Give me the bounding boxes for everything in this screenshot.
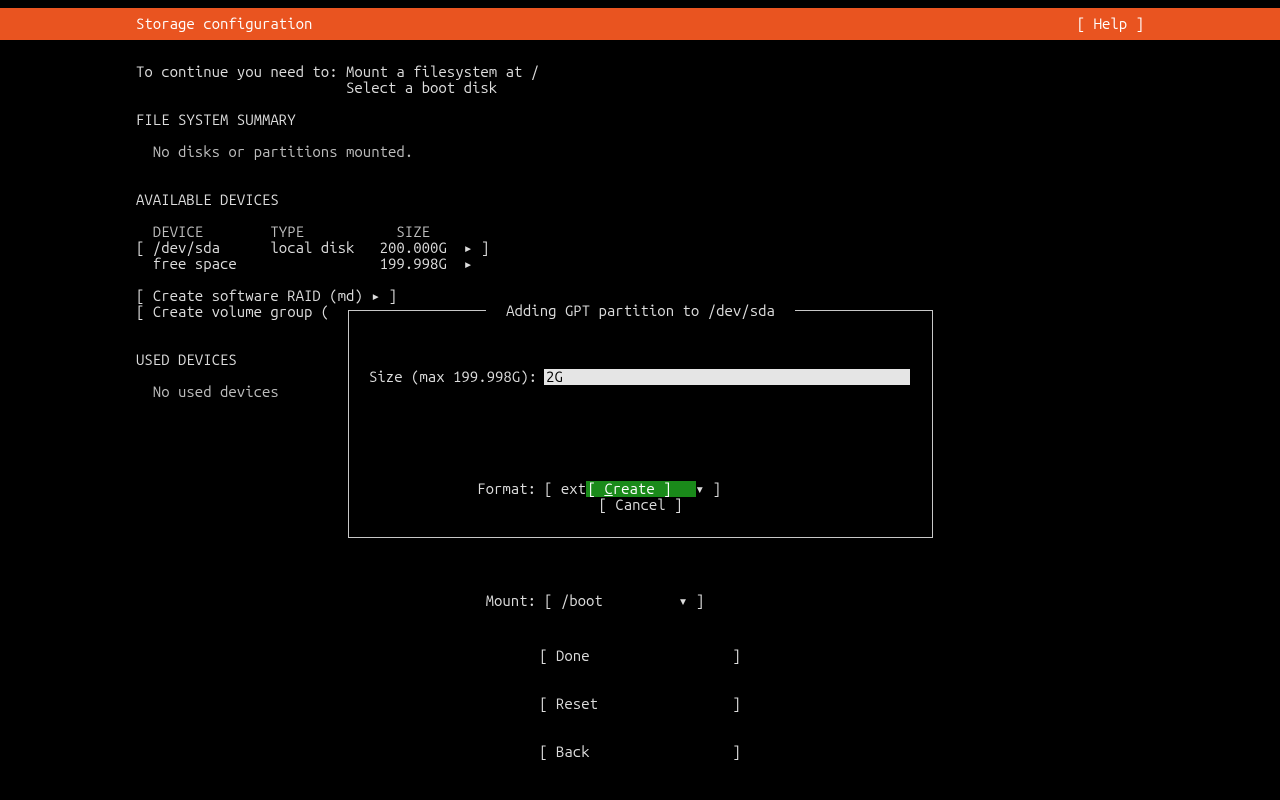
device-row-sda[interactable]: [ /dev/sda local disk 200.000G ▸ ]	[136, 239, 489, 256]
dialog-title: Adding GPT partition to /dev/sda	[349, 303, 932, 319]
dropdown-icon: ▾	[678, 592, 687, 609]
mount-label: Mount:	[369, 593, 544, 609]
reset-button[interactable]: [ Reset ]	[539, 695, 741, 712]
footer-buttons: [ Done ] [ Reset ] [ Back ]	[0, 616, 1280, 776]
help-button[interactable]: [ Help ]	[1077, 16, 1144, 32]
add-partition-dialog: Adding GPT partition to /dev/sda Size (m…	[348, 310, 933, 538]
create-lvm-button[interactable]: [ Create volume group (	[136, 303, 329, 320]
cancel-button[interactable]: [ Cancel ]	[598, 496, 682, 513]
header-bar: Storage configuration [ Help ]	[0, 8, 1280, 40]
mount-select[interactable]: [ /boot ▾ ]	[544, 593, 704, 609]
instruction-line-2: Select a boot disk	[136, 79, 497, 96]
create-button[interactable]: [ Create ]	[586, 481, 696, 497]
fs-summary-heading: FILE SYSTEM SUMMARY	[136, 111, 296, 128]
back-button[interactable]: [ Back ]	[539, 743, 741, 760]
device-row-free-space[interactable]: free space 199.998G ▸	[136, 255, 473, 272]
used-empty: No used devices	[136, 383, 279, 400]
create-raid-button[interactable]: [ Create software RAID (md) ▸ ]	[136, 287, 397, 304]
fs-summary-empty: No disks or partitions mounted.	[136, 143, 413, 160]
available-heading: AVAILABLE DEVICES	[136, 191, 279, 208]
instruction-line-1: To continue you need to: Mount a filesys…	[136, 63, 539, 80]
device-table-header: DEVICE TYPE SIZE	[136, 223, 430, 240]
done-button[interactable]: [ Done ]	[539, 647, 741, 664]
page-title: Storage configuration	[136, 16, 312, 32]
size-input[interactable]	[544, 369, 910, 385]
used-heading: USED DEVICES	[136, 351, 237, 368]
size-label: Size (max 199.998G):	[369, 369, 544, 385]
